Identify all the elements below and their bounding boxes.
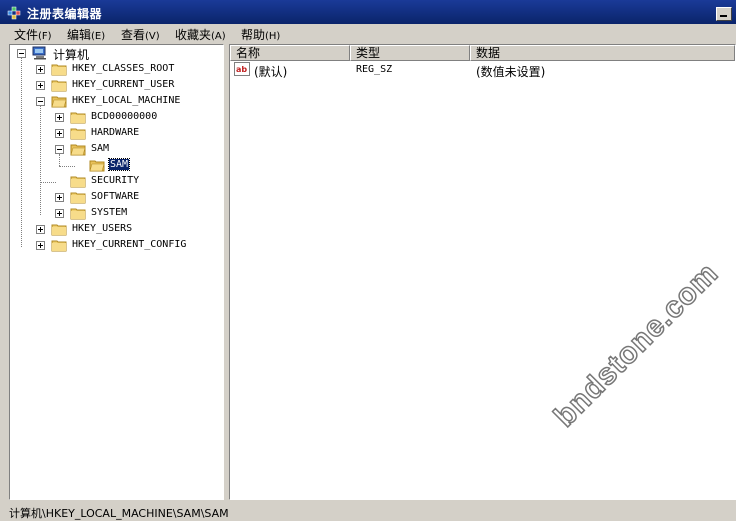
tree-node-hku[interactable]: HKEY_USERS: [10, 221, 223, 237]
expand-icon[interactable]: [55, 209, 64, 218]
folder-icon: [70, 192, 86, 204]
status-path: 计算机\HKEY_LOCAL_MACHINE\SAM\SAM: [9, 507, 229, 520]
open-folder-icon: [51, 96, 67, 108]
values-list[interactable]: 名称 类型 数据 ab (默认) REG_SZ (数值未设置): [229, 44, 736, 500]
folder-icon: [51, 80, 67, 92]
tree-node-system[interactable]: SYSTEM: [10, 205, 223, 221]
tree-label: HKEY_CLASSES_ROOT: [72, 63, 175, 74]
string-value-icon: ab: [234, 62, 250, 76]
tree-node-hkcc[interactable]: HKEY_CURRENT_CONFIG: [10, 237, 223, 253]
folder-icon: [70, 128, 86, 140]
tree-node-sam-sam[interactable]: SAM: [10, 157, 223, 173]
expand-icon[interactable]: [36, 65, 45, 74]
tree-node-security[interactable]: SECURITY: [10, 173, 223, 189]
column-header-type[interactable]: 类型: [350, 45, 470, 61]
tree-label: HARDWARE: [91, 127, 140, 138]
tree-node-sam[interactable]: SAM: [10, 141, 223, 157]
folder-icon: [51, 224, 67, 236]
value-name: (默认): [254, 65, 288, 79]
folder-icon: [70, 208, 86, 220]
tree-node-hkcu[interactable]: HKEY_CURRENT_USER: [10, 77, 223, 93]
expand-icon[interactable]: [55, 193, 64, 202]
menu-file[interactable]: 文件(F): [14, 26, 52, 43]
tree-label: SOFTWARE: [91, 191, 140, 202]
collapse-icon[interactable]: [17, 49, 26, 58]
minimize-button[interactable]: [716, 7, 732, 21]
value-data: (数值未设置): [476, 65, 546, 79]
collapse-icon[interactable]: [55, 145, 64, 154]
column-header-data[interactable]: 数据: [470, 45, 735, 61]
collapse-icon[interactable]: [36, 97, 45, 106]
tree-label: SAM: [91, 143, 110, 154]
registry-tree[interactable]: 计算机 HKEY_CLASSES_ROOT HKEY_CURRENT_USER …: [9, 44, 224, 500]
value-type: REG_SZ: [356, 64, 393, 75]
menu-bar: 文件(F) 编辑(E) 查看(V) 收藏夹(A) 帮助(H): [0, 24, 736, 43]
tree-label: HKEY_LOCAL_MACHINE: [72, 95, 181, 106]
tree-node-software[interactable]: SOFTWARE: [10, 189, 223, 205]
expand-icon[interactable]: [55, 129, 64, 138]
window-title: 注册表编辑器: [27, 7, 103, 21]
tree-label: BCD00000000: [91, 111, 158, 122]
tree-label: HKEY_CURRENT_CONFIG: [72, 239, 187, 250]
menu-edit[interactable]: 编辑(E): [67, 26, 105, 43]
tree-label: HKEY_USERS: [72, 223, 133, 234]
expand-icon[interactable]: [36, 225, 45, 234]
regedit-icon: [7, 6, 21, 20]
tree-label: SYSTEM: [91, 207, 128, 218]
tree-label-selected: SAM: [107, 158, 131, 171]
open-folder-icon: [89, 160, 105, 172]
svg-text:ab: ab: [236, 65, 247, 74]
expand-icon[interactable]: [55, 113, 64, 122]
tree-node-computer[interactable]: 计算机: [10, 45, 223, 62]
tree-node-bcd[interactable]: BCD00000000: [10, 109, 223, 125]
column-header-name[interactable]: 名称: [230, 45, 350, 61]
folder-icon: [51, 240, 67, 252]
status-bar: 计算机\HKEY_LOCAL_MACHINE\SAM\SAM: [0, 502, 736, 520]
expand-icon[interactable]: [36, 241, 45, 250]
open-folder-icon: [70, 144, 86, 156]
tree-label: HKEY_CURRENT_USER: [72, 79, 175, 90]
tree-node-hklm[interactable]: HKEY_LOCAL_MACHINE: [10, 93, 223, 109]
menu-view[interactable]: 查看(V): [121, 26, 160, 43]
folder-icon: [70, 112, 86, 124]
expand-icon[interactable]: [36, 81, 45, 90]
list-item[interactable]: ab (默认) REG_SZ (数值未设置): [230, 61, 735, 79]
tree-node-hardware[interactable]: HARDWARE: [10, 125, 223, 141]
menu-help[interactable]: 帮助(H): [241, 26, 280, 43]
folder-icon: [70, 176, 86, 188]
computer-icon: [32, 46, 46, 60]
tree-label: SECURITY: [91, 175, 140, 186]
folder-icon: [51, 64, 67, 76]
tree-node-hkcr[interactable]: HKEY_CLASSES_ROOT: [10, 61, 223, 77]
title-bar[interactable]: 注册表编辑器: [0, 0, 736, 25]
menu-favorites[interactable]: 收藏夹(A): [175, 26, 226, 43]
